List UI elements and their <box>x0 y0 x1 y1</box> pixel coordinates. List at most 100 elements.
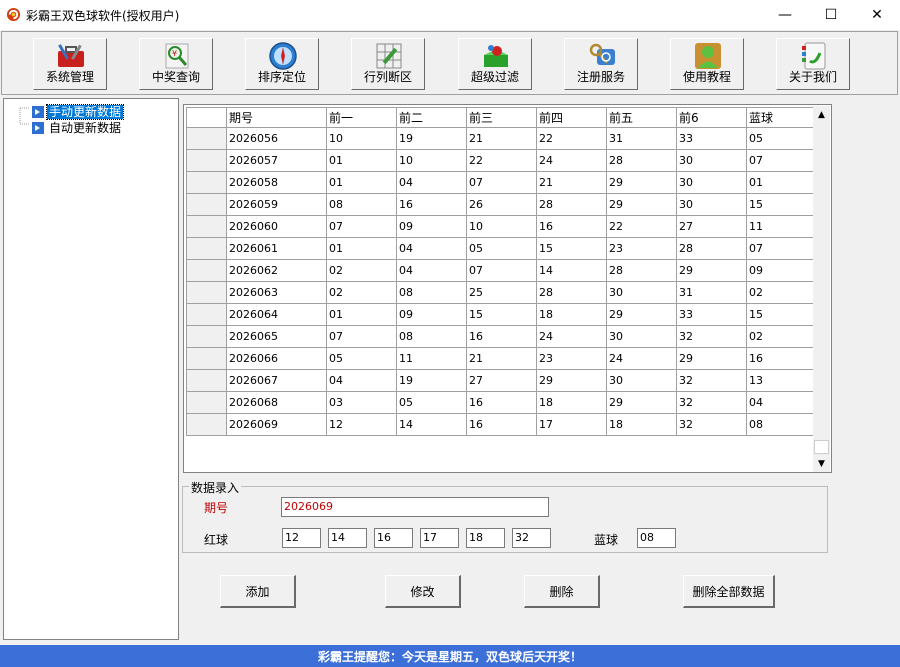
row-header[interactable] <box>186 391 227 414</box>
delete-button[interactable]: 删除 <box>524 575 600 608</box>
column-header[interactable]: 前一 <box>326 107 397 128</box>
row-header[interactable] <box>186 127 227 150</box>
table-cell[interactable]: 30 <box>606 325 677 348</box>
column-header[interactable]: 前三 <box>466 107 537 128</box>
about-us-button[interactable]: 关于我们 <box>776 38 850 90</box>
table-cell[interactable]: 29 <box>536 369 607 392</box>
table-row[interactable]: 2026058 01 04 07 21 29 30 01 <box>186 171 817 194</box>
table-cell[interactable]: 23 <box>606 237 677 260</box>
table-cell[interactable]: 09 <box>396 215 467 238</box>
tree-item-auto-update[interactable]: 自动更新数据 <box>32 121 123 135</box>
table-cell[interactable]: 19 <box>396 369 467 392</box>
row-header[interactable] <box>186 369 227 392</box>
table-cell[interactable]: 16 <box>746 347 817 370</box>
table-cell[interactable]: 2026063 <box>226 281 327 304</box>
red-ball-input-3[interactable]: 16 <box>374 528 413 548</box>
table-cell[interactable]: 15 <box>466 303 537 326</box>
column-header[interactable]: 前四 <box>536 107 607 128</box>
table-cell[interactable]: 28 <box>606 149 677 172</box>
table-cell[interactable]: 01 <box>326 303 397 326</box>
table-cell[interactable]: 05 <box>746 127 817 150</box>
row-column-break-button[interactable]: 行列断区 <box>351 38 425 90</box>
table-cell[interactable]: 07 <box>746 149 817 172</box>
table-cell[interactable]: 30 <box>676 193 747 216</box>
table-cell[interactable]: 33 <box>676 303 747 326</box>
red-ball-input-2[interactable]: 14 <box>328 528 367 548</box>
row-header[interactable] <box>186 171 227 194</box>
table-cell[interactable]: 30 <box>606 281 677 304</box>
table-cell[interactable]: 02 <box>326 281 397 304</box>
table-cell[interactable]: 09 <box>396 303 467 326</box>
row-header[interactable] <box>186 193 227 216</box>
table-cell[interactable]: 28 <box>606 259 677 282</box>
table-cell[interactable]: 31 <box>606 127 677 150</box>
table-cell[interactable]: 07 <box>466 171 537 194</box>
table-cell[interactable]: 05 <box>396 391 467 414</box>
table-cell[interactable]: 23 <box>536 347 607 370</box>
table-cell[interactable]: 08 <box>396 281 467 304</box>
tree-item-manual-update[interactable]: 手动更新数据 <box>32 104 125 120</box>
table-cell[interactable]: 28 <box>676 237 747 260</box>
maximize-button[interactable]: ☐ <box>808 0 854 30</box>
table-cell[interactable]: 32 <box>676 391 747 414</box>
table-row[interactable]: 2026061 01 04 05 15 23 28 07 <box>186 237 817 260</box>
table-cell[interactable]: 05 <box>326 347 397 370</box>
table-cell[interactable]: 08 <box>396 325 467 348</box>
table-cell[interactable]: 30 <box>676 149 747 172</box>
row-header[interactable] <box>186 347 227 370</box>
table-cell[interactable]: 2026067 <box>226 369 327 392</box>
table-cell[interactable]: 29 <box>606 171 677 194</box>
row-header[interactable] <box>186 413 227 436</box>
table-cell[interactable]: 16 <box>396 193 467 216</box>
red-ball-input-1[interactable]: 12 <box>282 528 321 548</box>
table-cell[interactable]: 28 <box>536 281 607 304</box>
table-cell[interactable]: 2026056 <box>226 127 327 150</box>
table-cell[interactable]: 15 <box>746 193 817 216</box>
table-row[interactable]: 2026056 10 19 21 22 31 33 05 <box>186 127 817 150</box>
winning-query-button[interactable]: ¥ 中奖查询 <box>139 38 213 90</box>
table-row[interactable]: 2026057 01 10 22 24 28 30 07 <box>186 149 817 172</box>
table-cell[interactable]: 16 <box>466 325 537 348</box>
row-header[interactable] <box>186 215 227 238</box>
column-header[interactable]: 前五 <box>606 107 677 128</box>
table-cell[interactable]: 29 <box>676 259 747 282</box>
table-row[interactable]: 2026064 01 09 15 18 29 33 15 <box>186 303 817 326</box>
table-cell[interactable]: 21 <box>466 347 537 370</box>
table-cell[interactable]: 29 <box>606 193 677 216</box>
minimize-button[interactable]: — <box>762 0 808 30</box>
table-cell[interactable]: 2026066 <box>226 347 327 370</box>
table-cell[interactable]: 15 <box>536 237 607 260</box>
column-header[interactable]: 蓝球 <box>746 107 817 128</box>
table-cell[interactable]: 09 <box>746 259 817 282</box>
table-cell[interactable]: 01 <box>326 149 397 172</box>
table-row[interactable]: 2026068 03 05 16 18 29 32 04 <box>186 391 817 414</box>
table-cell[interactable]: 33 <box>676 127 747 150</box>
table-cell[interactable]: 28 <box>536 193 607 216</box>
table-cell[interactable]: 24 <box>536 149 607 172</box>
row-header[interactable] <box>186 325 227 348</box>
table-row[interactable]: 2026066 05 11 21 23 24 29 16 <box>186 347 817 370</box>
table-cell[interactable]: 14 <box>396 413 467 436</box>
row-header[interactable] <box>186 259 227 282</box>
register-service-button[interactable]: 注册服务 <box>564 38 638 90</box>
column-header[interactable]: 前二 <box>396 107 467 128</box>
table-cell[interactable]: 02 <box>746 281 817 304</box>
table-cell[interactable]: 18 <box>606 413 677 436</box>
red-ball-input-6[interactable]: 32 <box>512 528 551 548</box>
table-cell[interactable]: 02 <box>746 325 817 348</box>
table-cell[interactable]: 10 <box>396 149 467 172</box>
table-row[interactable]: 2026067 04 19 27 29 30 32 13 <box>186 369 817 392</box>
table-cell[interactable]: 30 <box>676 171 747 194</box>
add-button[interactable]: 添加 <box>220 575 296 608</box>
table-cell[interactable]: 07 <box>326 215 397 238</box>
table-cell[interactable]: 14 <box>536 259 607 282</box>
table-cell[interactable]: 22 <box>536 127 607 150</box>
table-cell[interactable]: 01 <box>746 171 817 194</box>
table-cell[interactable]: 13 <box>746 369 817 392</box>
table-cell[interactable]: 31 <box>676 281 747 304</box>
column-header[interactable]: 前6 <box>676 107 747 128</box>
table-cell[interactable]: 32 <box>676 413 747 436</box>
table-cell[interactable]: 24 <box>536 325 607 348</box>
period-input[interactable]: 2026069 <box>281 497 549 517</box>
table-cell[interactable]: 07 <box>326 325 397 348</box>
